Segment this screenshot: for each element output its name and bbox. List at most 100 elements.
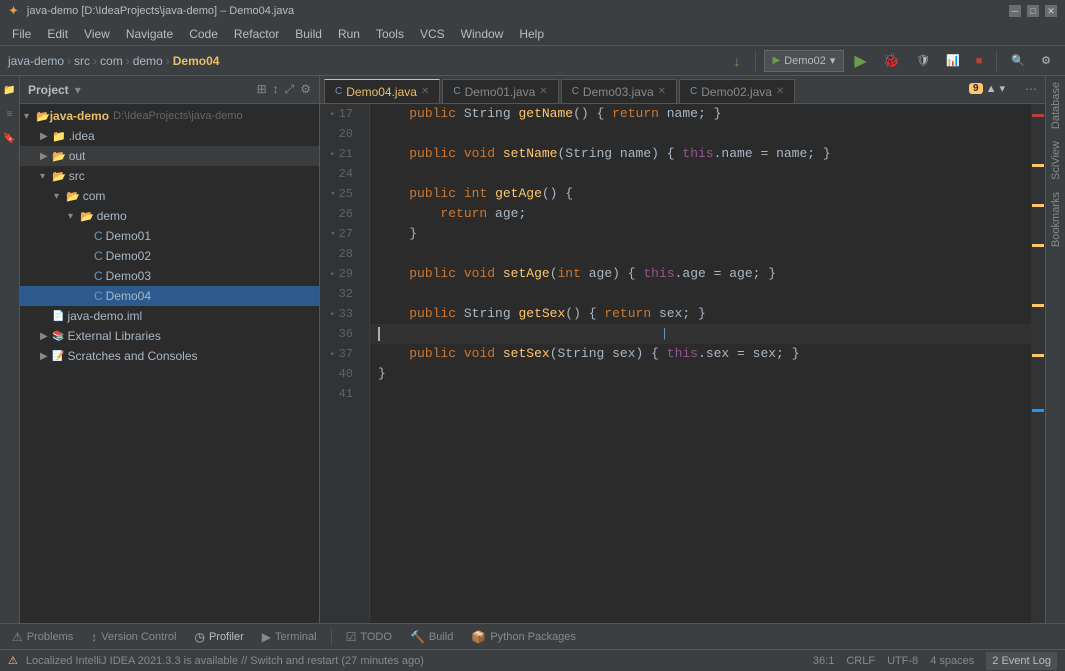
status-encoding[interactable]: UTF-8 — [887, 655, 918, 667]
fold-37[interactable]: ▸ — [330, 344, 335, 364]
bookmarks-panel-label[interactable]: Bookmarks — [1048, 186, 1064, 253]
tab-version-control[interactable]: ↕ Version Control — [83, 626, 184, 648]
tab-problems[interactable]: ⚠ Problems — [4, 626, 81, 648]
method-getname: getName — [518, 104, 573, 124]
status-position[interactable]: 36:1 — [813, 655, 834, 667]
fold-21[interactable]: ▸ — [330, 144, 335, 164]
tree-com[interactable]: ▾ 📂 com — [20, 186, 319, 206]
tab-demo04-icon: C — [335, 86, 342, 97]
tab-more-button[interactable]: ⋯ — [1025, 82, 1037, 96]
sidebar-project-icon[interactable]: 📁 — [0, 80, 20, 100]
menu-view[interactable]: View — [76, 25, 118, 43]
warning-up[interactable]: ▲ — [986, 83, 997, 95]
tree-iml[interactable]: ▶ 📄 java-demo.iml — [20, 306, 319, 326]
code-content[interactable]: public String getName() { return name; }… — [370, 104, 1031, 623]
demo01-label: Demo01 — [106, 229, 151, 243]
menu-refactor[interactable]: Refactor — [226, 25, 287, 43]
com-label: com — [83, 189, 106, 203]
menu-run[interactable]: Run — [330, 25, 368, 43]
tab-terminal-label: Terminal — [275, 631, 317, 643]
tree-demo02[interactable]: ▶ C Demo02 — [20, 246, 319, 266]
tab-todo[interactable]: ☑ TODO — [338, 626, 400, 648]
fold-17[interactable]: ▸ — [330, 104, 335, 124]
tree-demo04[interactable]: ▶ C Demo04 — [20, 286, 319, 306]
code-editor[interactable]: ▸ 17 20 ▸ 21 24 ▾ 25 26 ▾ 27 28 — [320, 104, 1045, 623]
menu-help[interactable]: Help — [511, 25, 552, 43]
tree-demo[interactable]: ▾ 📂 demo — [20, 206, 319, 226]
tree-demo01[interactable]: ▶ C Demo01 — [20, 226, 319, 246]
tab-python-packages[interactable]: 📦 Python Packages — [463, 626, 584, 648]
tab-terminal[interactable]: ▶ Terminal — [254, 626, 325, 648]
warning-mark-3 — [1032, 244, 1044, 247]
menu-code[interactable]: Code — [181, 25, 226, 43]
fold-27[interactable]: ▾ — [330, 224, 335, 244]
event-log-button[interactable]: 2 Event Log — [986, 652, 1057, 670]
sciview-panel-label[interactable]: SciView — [1048, 135, 1064, 186]
breadcrumb-com[interactable]: com — [100, 54, 123, 68]
method-getage: getAge — [495, 184, 542, 204]
tab-demo04[interactable]: C Demo04.java ✕ — [324, 79, 440, 103]
minimize-button[interactable]: ─ — [1009, 5, 1021, 17]
menu-navigate[interactable]: Navigate — [118, 25, 181, 43]
panel-settings-icon[interactable]: ⚙ — [300, 82, 311, 97]
breadcrumb-demo04[interactable]: Demo04 — [173, 54, 220, 68]
fold-25[interactable]: ▾ — [330, 184, 335, 204]
status-line-ending[interactable]: CRLF — [846, 655, 875, 667]
vcs-update-button[interactable]: ↓ — [728, 50, 747, 72]
menu-build[interactable]: Build — [287, 25, 330, 43]
cbrace-27: } — [409, 224, 417, 244]
run-button[interactable]: ▶ — [848, 50, 872, 72]
kw-return-26: return — [440, 204, 487, 224]
debug-button[interactable]: 🐞 — [877, 50, 906, 72]
brace-37: { — [651, 344, 659, 364]
tree-demo03[interactable]: ▶ C Demo03 — [20, 266, 319, 286]
menu-tools[interactable]: Tools — [368, 25, 412, 43]
panel-scroll-icon[interactable]: ↕ — [273, 82, 279, 97]
tab-demo01-close[interactable]: ✕ — [539, 86, 547, 97]
settings-button[interactable]: ⚙ — [1035, 50, 1057, 72]
close-button[interactable]: ✕ — [1045, 5, 1057, 17]
out-label: out — [69, 149, 86, 163]
fold-33[interactable]: ▸ — [330, 304, 335, 324]
tab-build[interactable]: 🔨 Build — [402, 626, 461, 648]
tab-demo02-close[interactable]: ✕ — [776, 86, 784, 97]
tree-out[interactable]: ▶ 📂 out — [20, 146, 319, 166]
tree-root[interactable]: ▾ 📂 java-demo D:\IdeaProjects\java-demo — [20, 106, 319, 126]
tab-profiler[interactable]: ◷ Profiler — [186, 626, 251, 648]
tree-idea[interactable]: ▶ 📁 .idea — [20, 126, 319, 146]
tree-ext-libs[interactable]: ▶ 📚 External Libraries — [20, 326, 319, 346]
maximize-button[interactable]: □ — [1027, 5, 1039, 17]
right-scroll-gutter[interactable] — [1031, 104, 1045, 623]
menu-file[interactable]: File — [4, 25, 39, 43]
fold-29[interactable]: ▸ — [330, 264, 335, 284]
tree-scratches[interactable]: ▶ 📝 Scratches and Consoles — [20, 346, 319, 366]
panel-scope-icon[interactable]: ⊞ — [257, 82, 267, 97]
run-config-dropdown[interactable]: ▶ Demo02 ▾ — [764, 50, 845, 72]
sidebar-structure-icon[interactable]: ≡ — [0, 104, 20, 124]
tab-demo04-close[interactable]: ✕ — [421, 86, 429, 97]
tab-demo01[interactable]: C Demo01.java ✕ — [442, 79, 558, 103]
breadcrumb-src[interactable]: src — [74, 54, 90, 68]
profile-button[interactable]: 📊 — [940, 50, 966, 72]
stop-button[interactable]: ■ — [970, 50, 989, 72]
breadcrumb-demo[interactable]: demo — [133, 54, 163, 68]
param-name-21: name — [620, 144, 651, 164]
tab-demo02[interactable]: C Demo02.java ✕ — [679, 79, 795, 103]
tab-demo03-close[interactable]: ✕ — [658, 86, 666, 97]
panel-dropdown-icon[interactable]: ▾ — [75, 83, 81, 97]
menu-window[interactable]: Window — [453, 25, 512, 43]
tree-src[interactable]: ▾ 📂 src — [20, 166, 319, 186]
tab-demo04-label: Demo04.java — [346, 85, 417, 99]
menu-vcs[interactable]: VCS — [412, 25, 453, 43]
tab-demo03[interactable]: C Demo03.java ✕ — [561, 79, 677, 103]
panel-expand-icon[interactable]: ⤢ — [285, 82, 295, 97]
breadcrumb-project[interactable]: java-demo — [8, 54, 64, 68]
menu-edit[interactable]: Edit — [39, 25, 76, 43]
search-button[interactable]: 🔍 — [1005, 50, 1031, 72]
this-37: this — [667, 344, 698, 364]
sidebar-bookmarks-icon[interactable]: 🔖 — [0, 128, 20, 148]
warning-down[interactable]: ▾ — [999, 82, 1005, 95]
database-panel-label[interactable]: Database — [1048, 76, 1064, 135]
run-with-coverage[interactable]: 🛡 — [910, 50, 936, 72]
status-indent[interactable]: 4 spaces — [930, 655, 974, 667]
